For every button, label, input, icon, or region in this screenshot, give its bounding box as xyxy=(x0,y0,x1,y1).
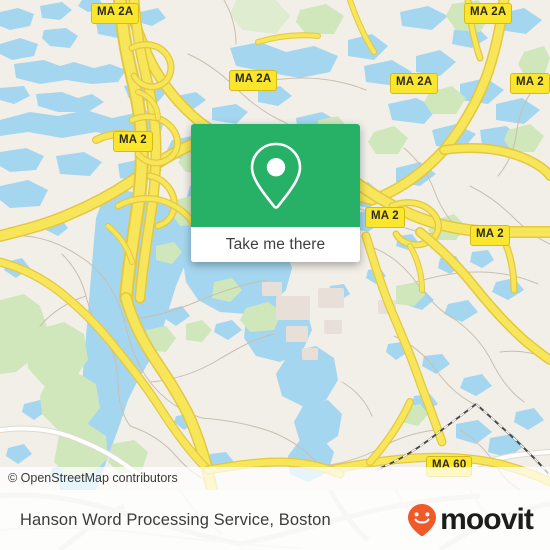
road-shield: MA 2A xyxy=(229,70,278,91)
road-shield: MA 2A xyxy=(91,3,140,24)
moovit-brand-logo[interactable]: moovit xyxy=(406,503,550,537)
road-shield: MA 2A xyxy=(390,73,439,94)
road-shield: MA 2 xyxy=(113,131,153,152)
road-shield: MA 2 xyxy=(470,225,510,246)
map-canvas[interactable]: .water { fill:#a5d6f0; } .park { fill:#c… xyxy=(0,0,550,490)
moovit-wordmark: moovit xyxy=(440,503,534,536)
callout-image-panel xyxy=(191,124,360,227)
place-callout-card[interactable]: Take me there xyxy=(191,124,360,262)
place-title: Hanson Word Processing Service, Boston xyxy=(20,510,331,529)
map-pin-icon xyxy=(250,142,301,209)
footer-bar: Hanson Word Processing Service, Boston m… xyxy=(0,490,550,550)
road-shield: MA 2 xyxy=(365,207,405,228)
moovit-map-screenshot: .water { fill:#a5d6f0; } .park { fill:#c… xyxy=(0,0,550,550)
take-me-there-label: Take me there xyxy=(225,235,326,253)
callout-action-bar[interactable]: Take me there xyxy=(191,227,360,262)
road-shield: MA 2 xyxy=(510,73,550,94)
road-shield: MA 2A xyxy=(464,3,513,24)
moovit-smiley-pin-icon xyxy=(408,504,437,537)
osm-attribution[interactable]: © OpenStreetMap contributors xyxy=(0,467,550,490)
